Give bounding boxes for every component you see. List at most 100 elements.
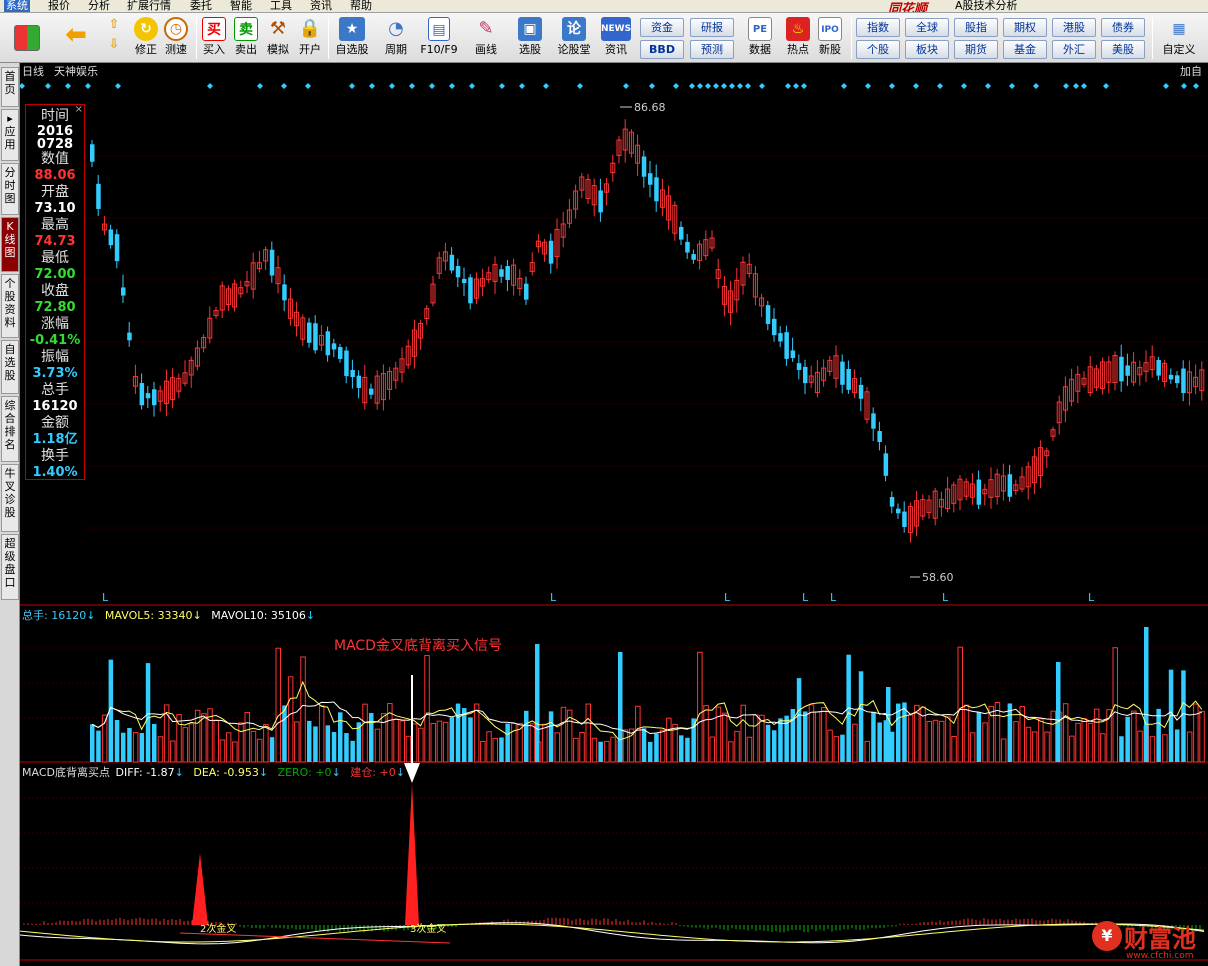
volume-bar	[746, 736, 753, 763]
stock-screen-button[interactable]: ▣ 选股	[510, 15, 550, 61]
f10-button[interactable]: ▤ F10/F9	[418, 15, 460, 61]
simulate-button[interactable]: ⚒ 模拟	[262, 15, 294, 61]
volume-bar	[393, 718, 399, 763]
tab-ranking[interactable]: 综合排名	[1, 396, 19, 462]
stock-index-futures-button[interactable]: 股指	[954, 18, 998, 37]
menu-quote[interactable]: 报价	[48, 0, 70, 12]
speed-test-button[interactable]: ◷ 测速	[160, 15, 192, 61]
correct-label: 修正	[135, 43, 157, 56]
bonds-button[interactable]: 债券	[1101, 18, 1145, 37]
period-button[interactable]: ◔ 周期	[376, 15, 416, 61]
info-open: 73.10	[34, 201, 76, 216]
volume-bar	[269, 737, 275, 762]
back-button[interactable]: ⬅	[60, 15, 92, 61]
us-stocks-button[interactable]: 美股	[1101, 40, 1145, 59]
volume-bar	[969, 732, 976, 763]
info-open-label: 开盘	[41, 184, 69, 200]
correct-button[interactable]: ↻ 修正	[130, 15, 162, 61]
new-stock-button[interactable]: IPO 新股	[814, 15, 846, 61]
watchlist-label: 自选股	[335, 43, 369, 56]
candle-body	[505, 266, 510, 280]
menu-system[interactable]: 系统	[4, 0, 30, 12]
forum-button[interactable]: 论 论股堂	[554, 15, 594, 61]
tab-diagnosis[interactable]: 牛叉诊股	[1, 464, 19, 532]
signal-diamond-icon	[705, 83, 711, 89]
volume-bar	[957, 646, 963, 763]
funds-button[interactable]: 基金	[1003, 40, 1047, 59]
signal-diamond-icon	[65, 83, 71, 89]
candle-body	[679, 226, 684, 240]
research-button[interactable]: 研报	[690, 18, 734, 37]
volume-legend-value: 16120	[51, 609, 87, 622]
tab-watchlist-label: 自选股	[4, 343, 16, 382]
quote-info-box: × 时间 2016 0728 数值 88.06 开盘 73.10 最高 74.7…	[25, 104, 85, 480]
signal-diamond-icon	[737, 83, 743, 89]
period-label: 日线	[22, 65, 44, 78]
updown-button[interactable]: ⇧ ⇩	[100, 15, 128, 61]
hk-stocks-button[interactable]: 港股	[1052, 18, 1096, 37]
volume-bar	[1025, 726, 1032, 763]
signal-diamond-icon	[499, 83, 505, 89]
menu-tools[interactable]: 工具	[270, 0, 292, 12]
menu-extended-quote[interactable]: 扩展行情	[127, 0, 171, 12]
open-account-button[interactable]: 🔒 开户	[294, 15, 326, 61]
volume-bar	[405, 735, 412, 763]
global-button[interactable]: 全球	[905, 18, 949, 37]
volume-bar	[814, 711, 821, 763]
kline-chart[interactable]: L L L L L L L 日线 天神娱乐 加自 86.68 58.60 总手: 16120…	[20, 63, 1208, 966]
index-button[interactable]: 指数	[856, 18, 900, 37]
tab-intraday[interactable]: 分时图	[1, 163, 19, 215]
tab-home[interactable]: 首页	[1, 67, 19, 107]
customize-label: 自定义	[1162, 43, 1196, 56]
buy-button[interactable]: 买 买入	[198, 15, 230, 61]
candle-body	[468, 277, 473, 304]
info-close-label: 收盘	[41, 283, 69, 299]
tab-kline[interactable]: K线图	[1, 217, 19, 272]
tab-watchlist[interactable]: 自选股	[1, 340, 19, 394]
watchlist-button[interactable]: ★ 自选股	[332, 15, 372, 61]
customize-button[interactable]: ▦ 自定义	[1158, 15, 1200, 61]
volume-bar	[511, 722, 517, 763]
build-position-legend-value: +0	[379, 766, 396, 779]
tab-apps[interactable]: ▸ 应用	[1, 109, 19, 161]
menu-trade[interactable]: 委托	[190, 0, 212, 12]
news-button[interactable]: NEWS 资讯	[600, 15, 632, 61]
layout-button[interactable]	[12, 15, 42, 61]
bbd-button[interactable]: BBD	[640, 40, 684, 59]
add-to-watchlist-link[interactable]: 加自	[1180, 65, 1202, 78]
menu-analysis[interactable]: 分析	[88, 0, 110, 12]
forecast-button[interactable]: 预测	[690, 40, 734, 59]
futures-button[interactable]: 期货	[954, 40, 998, 59]
forex-button[interactable]: 外汇	[1052, 40, 1096, 59]
volume-bar	[1119, 736, 1124, 762]
volume-bar	[1069, 735, 1075, 763]
annotation-arrow-icon	[404, 763, 420, 783]
data-button[interactable]: PE 数据	[744, 15, 776, 61]
options-button[interactable]: 期权	[1003, 18, 1047, 37]
volume-bar	[492, 737, 498, 763]
menu-help[interactable]: 帮助	[350, 0, 372, 12]
hotspot-button[interactable]: ♨ 热点	[782, 15, 814, 61]
tab-stock-profile[interactable]: 个股资料	[1, 274, 19, 338]
candle-body	[338, 347, 343, 359]
volume-bar	[840, 734, 845, 762]
volume-bar	[604, 740, 610, 763]
stocks-button[interactable]: 个股	[856, 40, 900, 59]
draw-line-label: 画线	[475, 43, 497, 56]
fund-flow-button[interactable]: 资金	[640, 18, 684, 37]
volume-bar	[728, 741, 734, 763]
sector-button[interactable]: 板块	[905, 40, 949, 59]
tab-super-level[interactable]: 超级盘口	[1, 534, 19, 600]
volume-bar	[697, 651, 703, 763]
menu-smart[interactable]: 智能	[230, 0, 252, 12]
watermark-url: www.cfchi.com	[1126, 951, 1194, 961]
draw-line-button[interactable]: ✎ 画线	[466, 15, 506, 61]
volume-bar	[96, 730, 101, 762]
watermark-logo-icon: ¥	[1092, 921, 1122, 951]
volume-bar	[740, 704, 746, 763]
menu-news[interactable]: 资讯	[310, 0, 332, 12]
volume-bar	[473, 703, 480, 763]
sell-button[interactable]: 卖 卖出	[230, 15, 262, 61]
buy-label: 买入	[203, 43, 225, 56]
f10-label: F10/F9	[420, 43, 458, 56]
